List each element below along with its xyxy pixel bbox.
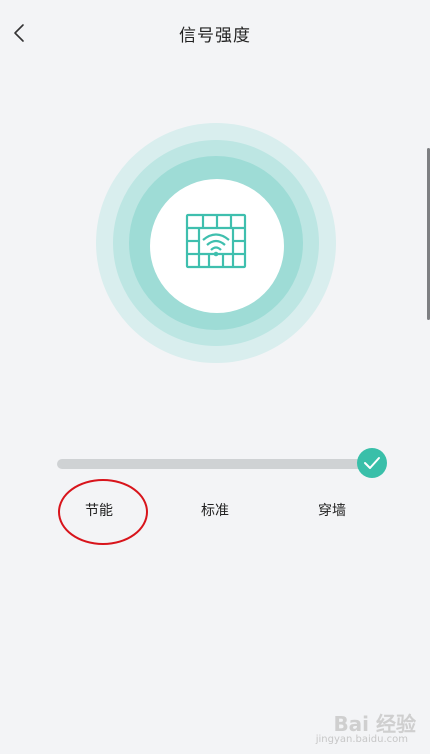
annotation-circle [58, 479, 148, 545]
slider-thumb[interactable] [357, 448, 387, 478]
watermark-text: Bai 经验 [333, 712, 416, 736]
level-option-standard[interactable]: 标准 [185, 500, 245, 520]
header: 信号强度 [0, 0, 430, 66]
level-option-wall-penetration[interactable]: 穿墙 [302, 500, 362, 520]
watermark-url: jingyan.baidu.com [315, 734, 408, 745]
page-title: 信号强度 [179, 26, 251, 46]
wifi-wall-icon [185, 213, 247, 269]
checkmark-icon [364, 457, 380, 469]
slider-track[interactable] [57, 459, 371, 469]
signal-strength-visual [96, 123, 336, 363]
signal-level-slider[interactable] [57, 447, 389, 481]
watermark-logo: Bai 经验 [333, 708, 416, 737]
